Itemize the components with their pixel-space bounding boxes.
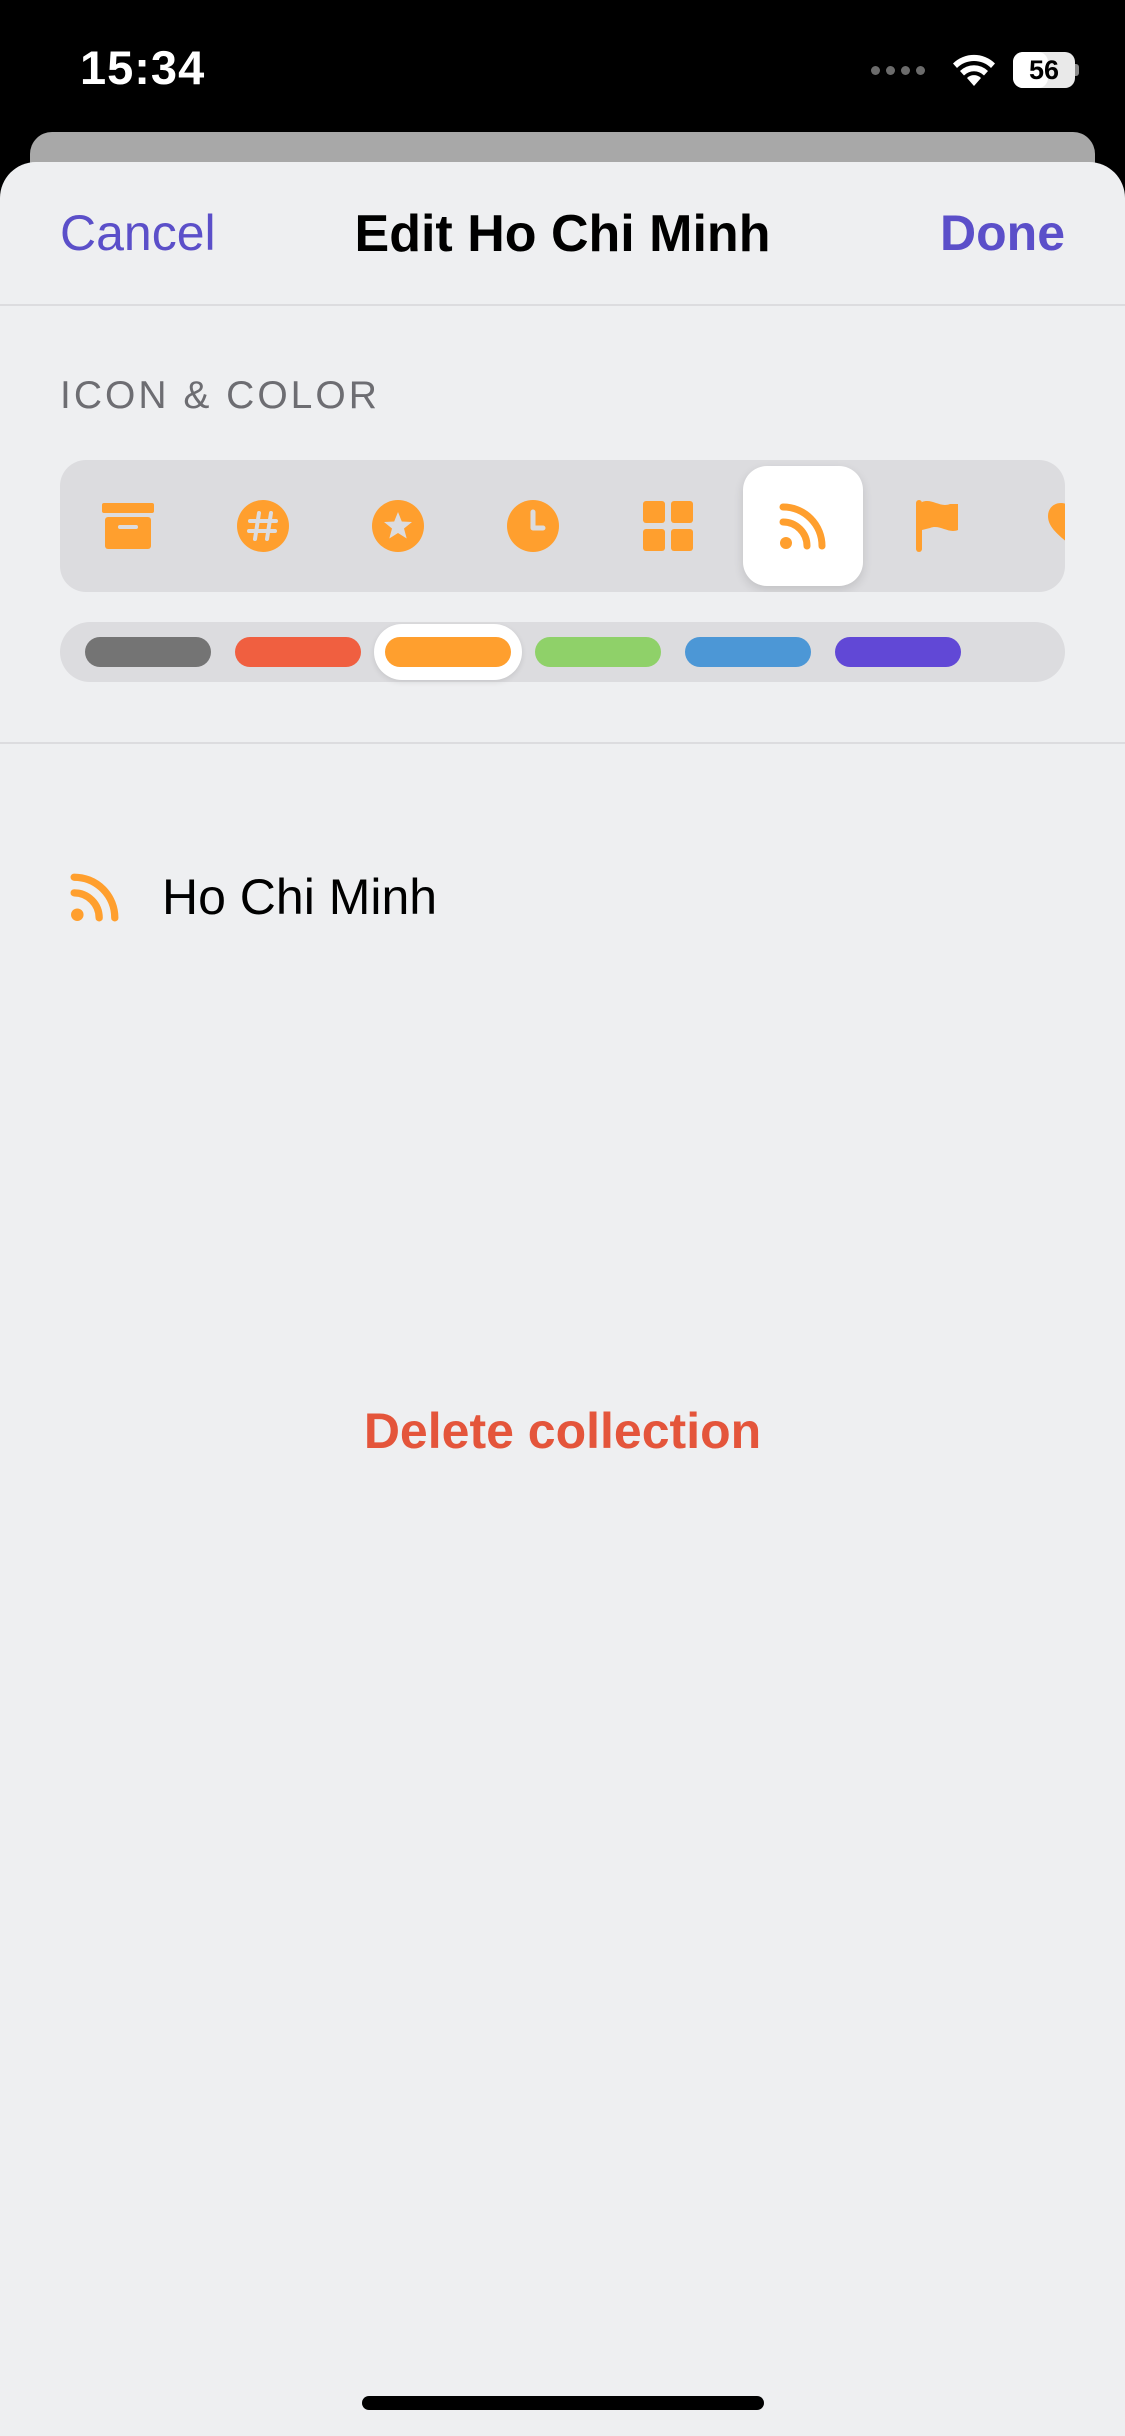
color-swatch <box>535 637 661 667</box>
clock-icon <box>507 500 559 552</box>
icon-option-archive[interactable] <box>68 460 188 592</box>
hashtag-icon <box>237 500 289 552</box>
rss-icon <box>70 873 119 922</box>
selected-color-ring <box>374 624 522 680</box>
flag-icon <box>916 500 958 552</box>
icon-option-rss[interactable] <box>743 460 863 592</box>
done-button[interactable]: Done <box>940 204 1065 262</box>
color-option[interactable] <box>223 622 373 682</box>
grid-icon <box>643 501 693 551</box>
icon-option-star[interactable] <box>338 460 458 592</box>
selected-icon-tile <box>743 466 863 586</box>
rss-icon <box>779 503 826 550</box>
edit-collection-sheet: Cancel Edit Ho Chi Minh Done ICON & COLO… <box>0 162 1125 2436</box>
collection-name: Ho Chi Minh <box>162 869 438 925</box>
star-icon <box>372 500 424 552</box>
battery-level: 56 <box>1028 54 1060 85</box>
status-time: 15:34 <box>80 41 206 94</box>
color-option[interactable] <box>823 622 973 682</box>
status-indicators: 56 <box>871 50 1079 90</box>
status-bar: 15:34 56 <box>0 0 1125 135</box>
home-indicator <box>362 2396 764 2410</box>
heart-icon <box>1048 503 1065 541</box>
color-swatch <box>835 637 961 667</box>
battery-icon: 56 <box>1013 52 1079 88</box>
color-option[interactable] <box>673 622 823 682</box>
nav-bar: Cancel Edit Ho Chi Minh Done <box>0 162 1125 306</box>
icon-option-clock[interactable] <box>473 460 593 592</box>
icon-option-heart[interactable] <box>1013 460 1065 592</box>
wifi-icon <box>951 52 997 88</box>
collection-preview: Ho Chi Minh <box>70 862 437 932</box>
color-swatch <box>385 637 511 667</box>
color-swatch <box>85 637 211 667</box>
delete-collection-button[interactable]: Delete collection <box>0 1402 1125 1460</box>
color-option[interactable] <box>73 622 223 682</box>
color-option[interactable] <box>373 622 523 682</box>
section-header-icon-color: ICON & COLOR <box>60 374 380 417</box>
color-option[interactable] <box>523 622 673 682</box>
color-picker[interactable] <box>60 622 1065 682</box>
color-swatch <box>235 637 361 667</box>
archive-icon <box>102 503 154 549</box>
icon-picker[interactable] <box>60 460 1065 592</box>
icon-option-grid[interactable] <box>608 460 728 592</box>
color-swatch <box>685 637 811 667</box>
cellular-signal-icon <box>871 65 925 75</box>
battery-cap <box>1075 64 1079 76</box>
battery-body: 56 <box>1013 52 1075 88</box>
icon-option-hashtag[interactable] <box>203 460 323 592</box>
icon-option-flag[interactable] <box>878 460 998 592</box>
screen: 15:34 56 Cancel Edit Ho Chi Minh Done IC… <box>0 0 1125 2436</box>
section-divider <box>0 742 1125 744</box>
